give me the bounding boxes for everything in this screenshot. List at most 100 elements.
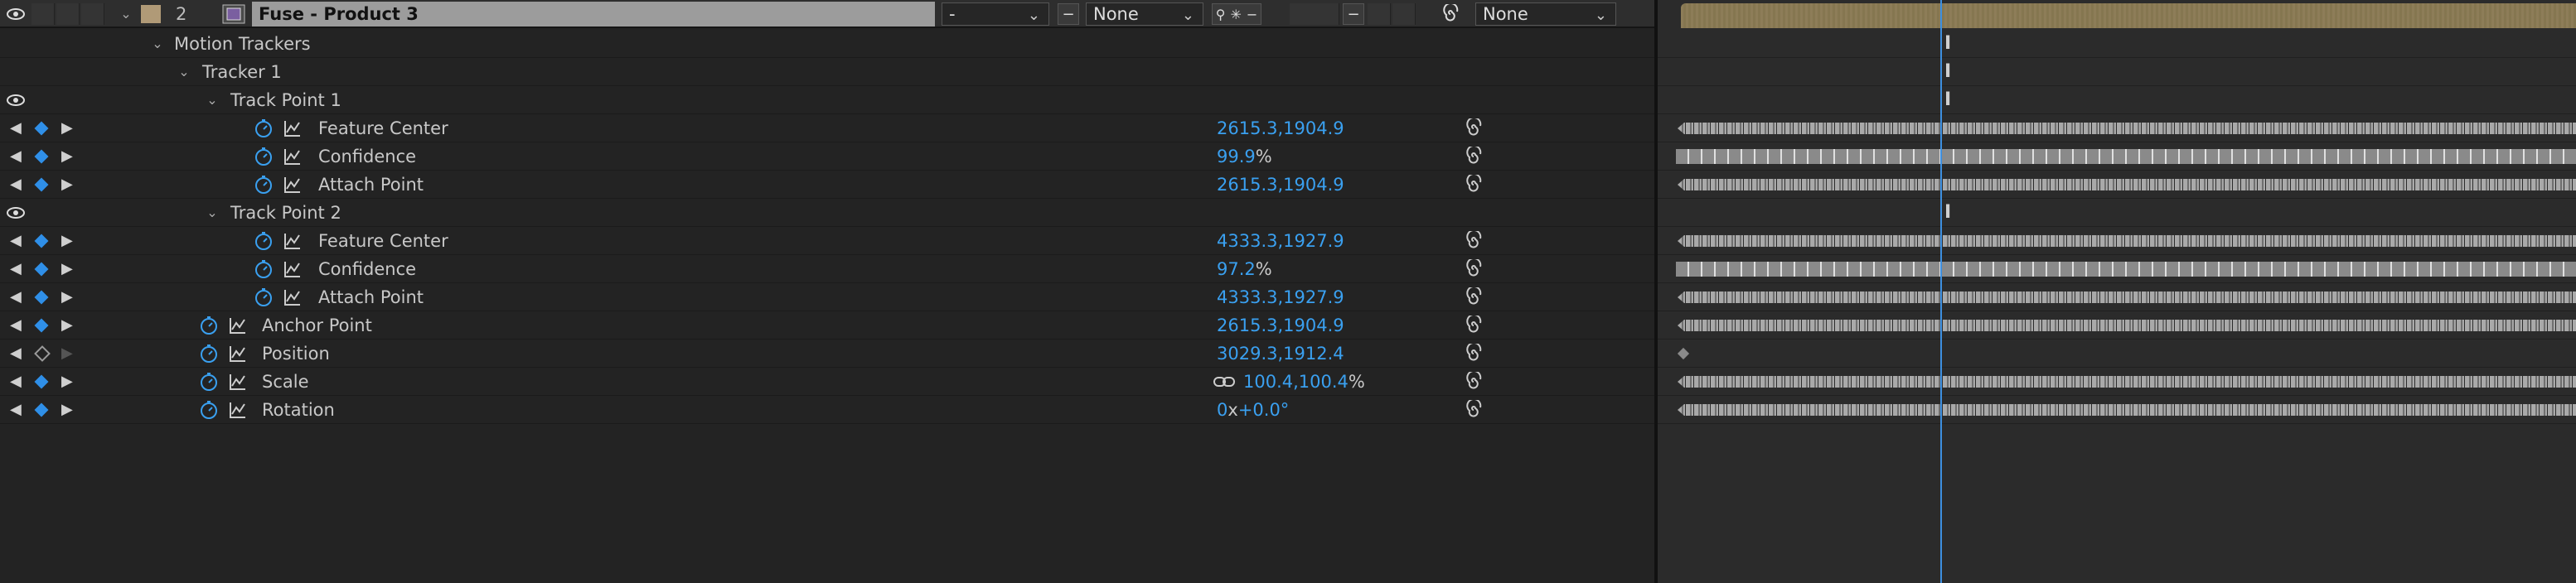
property-value-group[interactable]: 99.9% — [1217, 142, 1272, 170]
eye-icon[interactable] — [7, 86, 25, 113]
next-keyframe-icon[interactable]: ▶ — [61, 227, 73, 254]
property-value[interactable]: 97.2 — [1217, 259, 1256, 279]
graph-icon[interactable] — [283, 283, 302, 311]
expression-spiral-icon[interactable] — [1464, 311, 1484, 339]
timeline-track-row[interactable] — [1658, 255, 2576, 283]
keyframes-strip[interactable] — [1676, 262, 2576, 277]
stopwatch-icon[interactable] — [254, 227, 274, 254]
keyframe-diamond-icon[interactable] — [34, 255, 49, 282]
property-value[interactable]: 2615.3,1904.9 — [1217, 171, 1344, 198]
rotation-degrees[interactable]: +0.0° — [1238, 400, 1290, 420]
timeline-graph-area[interactable] — [1658, 0, 2576, 583]
property-row[interactable]: ◀ ▶ Attach Point 2615.3,1904.9 — [0, 171, 1654, 199]
property-row[interactable]: ◀ ▶ Scale 100.4,100.4% — [0, 368, 1654, 396]
parent-dropdown[interactable]: None ⌄ — [1475, 2, 1616, 26]
graph-icon[interactable] — [283, 227, 302, 254]
prev-keyframe-icon[interactable]: ◀ — [10, 142, 22, 170]
keyframe-diamond-icon[interactable] — [34, 114, 49, 142]
next-keyframe-icon[interactable]: ▶ — [61, 396, 73, 423]
timeline-track-row[interactable] — [1658, 396, 2576, 424]
next-keyframe-icon[interactable]: ▶ — [61, 255, 73, 282]
timeline-track-row[interactable] — [1658, 171, 2576, 199]
adjustment-switch[interactable] — [1368, 3, 1391, 25]
expression-spiral-icon[interactable] — [1464, 396, 1484, 423]
expression-spiral-icon[interactable] — [1464, 114, 1484, 142]
property-value-group[interactable]: 0 x +0.0° — [1217, 396, 1289, 423]
layer-color-label[interactable] — [141, 5, 161, 23]
prev-keyframe-icon[interactable]: ◀ — [10, 340, 22, 367]
prev-keyframe-icon[interactable]: ◀ — [10, 171, 22, 198]
property-row[interactable]: ◀ ▶ Anchor Point 2615.3,1904.9 — [0, 311, 1654, 340]
timeline-track-row[interactable] — [1658, 227, 2576, 255]
property-row[interactable]: ◀ ▶ Feature Center 2615.3,1904.9 — [0, 114, 1654, 142]
property-value-group[interactable]: 97.2% — [1217, 255, 1272, 282]
quality-icon[interactable]: − — [1247, 7, 1257, 22]
eye-icon[interactable] — [7, 199, 25, 226]
chevron-down-icon[interactable]: ⌄ — [149, 30, 166, 57]
keyframe-diamond[interactable] — [1677, 347, 1690, 360]
current-time-indicator[interactable] — [1940, 0, 1942, 583]
expression-spiral-icon[interactable] — [1464, 340, 1484, 367]
timeline-track-row[interactable] — [1658, 142, 2576, 171]
timeline-track-row[interactable] — [1658, 340, 2576, 368]
motion-blur-switch[interactable]: − — [1343, 3, 1364, 25]
property-value[interactable]: 2615.3,1904.9 — [1217, 114, 1344, 142]
property-value[interactable]: 4333.3,1927.9 — [1217, 283, 1344, 311]
stopwatch-icon[interactable] — [254, 255, 274, 282]
3d-switch[interactable] — [1392, 3, 1416, 25]
property-value[interactable]: 100.4,100.4 — [1243, 372, 1349, 392]
layer-row[interactable]: ⌄ 2 Fuse - Product 3 - ⌄ − None ⌄ ⚲ ✳ − − … — [0, 0, 1654, 28]
keyframe-diamond-icon[interactable] — [34, 283, 49, 311]
keyframe-diamond-icon[interactable] — [34, 368, 49, 395]
expression-spiral-icon[interactable] — [1464, 255, 1484, 282]
prev-keyframe-icon[interactable]: ◀ — [10, 311, 22, 339]
keyframes-strip[interactable] — [1676, 149, 2576, 164]
property-row[interactable]: ◀ ▶ Position 3029.3,1912.4 — [0, 340, 1654, 368]
shy-icon[interactable]: ⚲ — [1216, 7, 1226, 22]
graph-icon[interactable] — [229, 396, 247, 423]
shy-fx-switch-group[interactable]: ⚲ ✳ − — [1212, 3, 1261, 25]
stopwatch-icon[interactable] — [199, 311, 219, 339]
keyframes-strip[interactable] — [1678, 320, 2576, 331]
lock-switch[interactable] — [81, 3, 104, 25]
prev-keyframe-icon[interactable]: ◀ — [10, 227, 22, 254]
layer-duration-bar[interactable] — [1681, 3, 2576, 28]
keyframes-strip[interactable] — [1678, 123, 2576, 134]
chevron-down-icon[interactable]: ⌄ — [204, 199, 220, 226]
graph-icon[interactable] — [283, 142, 302, 170]
layer-twirl-chevron-down-icon[interactable]: ⌄ — [118, 0, 134, 27]
next-keyframe-icon[interactable]: ▶ — [61, 171, 73, 198]
chevron-down-icon[interactable]: ⌄ — [176, 58, 192, 85]
property-row[interactable]: ◀ ▶ Confidence 97.2% — [0, 255, 1654, 283]
prev-keyframe-icon[interactable]: ◀ — [10, 368, 22, 395]
keyframes-strip[interactable] — [1678, 179, 2576, 190]
property-row[interactable]: ◀ ▶ Confidence 99.9% — [0, 142, 1654, 171]
parent-pickwhip-spiral-icon[interactable] — [1441, 0, 1460, 27]
switch-box[interactable] — [1290, 3, 1339, 25]
keyframes-strip[interactable] — [1678, 235, 2576, 247]
stopwatch-icon[interactable] — [254, 114, 274, 142]
solo-switch[interactable] — [56, 3, 80, 25]
chevron-down-icon[interactable]: ⌄ — [204, 86, 220, 113]
expression-spiral-icon[interactable] — [1464, 171, 1484, 198]
property-value-group[interactable]: 100.4,100.4% — [1243, 368, 1365, 395]
expression-spiral-icon[interactable] — [1464, 368, 1484, 395]
stopwatch-icon[interactable] — [199, 340, 219, 367]
stopwatch-icon[interactable] — [199, 396, 219, 423]
keyframe-diamond-icon[interactable] — [34, 340, 51, 367]
expression-spiral-icon[interactable] — [1464, 227, 1484, 254]
eye-icon[interactable] — [7, 0, 25, 27]
next-keyframe-icon[interactable]: ▶ — [61, 340, 73, 367]
track-point-2-group-row[interactable]: ⌄ Track Point 2 — [0, 199, 1654, 227]
keyframe-diamond-icon[interactable] — [34, 171, 49, 198]
next-keyframe-icon[interactable]: ▶ — [61, 311, 73, 339]
keyframes-strip[interactable] — [1678, 404, 2576, 416]
tracker-1-group-row[interactable]: ⌄ Tracker 1 — [0, 58, 1654, 86]
keyframes-strip[interactable] — [1678, 292, 2576, 303]
audio-switch[interactable] — [31, 3, 55, 25]
prev-keyframe-icon[interactable]: ◀ — [10, 283, 22, 311]
timeline-track-row[interactable] — [1658, 311, 2576, 340]
prev-keyframe-icon[interactable]: ◀ — [10, 396, 22, 423]
keyframe-diamond-icon[interactable] — [34, 227, 49, 254]
trkmat-toggle-button[interactable]: − — [1058, 3, 1079, 25]
